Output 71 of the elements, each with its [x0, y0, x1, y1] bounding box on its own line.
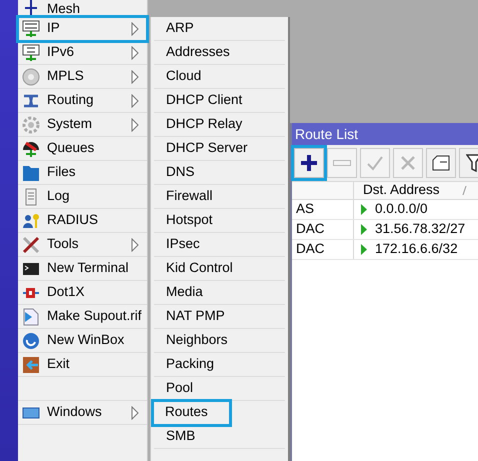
gear-icon [22, 116, 40, 134]
menu-item[interactable]: Make Supout.rif [18, 305, 147, 329]
menu-item[interactable]: System [18, 113, 147, 137]
play-icon [361, 204, 367, 215]
menu-item[interactable]: RADIUS [18, 209, 147, 233]
tools-icon [22, 236, 40, 254]
user-key-icon [22, 212, 40, 230]
menu-item[interactable]: MPLS [18, 65, 147, 89]
menu-item[interactable]: Routes [153, 401, 230, 425]
table-cell-text: 0.0.0.0/0 [375, 200, 428, 218]
menu-item[interactable]: Cloud [154, 65, 285, 89]
menu-item[interactable]: Dot1X [18, 281, 147, 305]
submenu-arrow-icon [131, 118, 139, 132]
menu-item[interactable]: DHCP Server [154, 137, 285, 161]
submenu-arrow-icon [131, 46, 139, 60]
submenu-arrow-icon [131, 94, 139, 108]
folder-icon [22, 164, 40, 182]
globe-icon [22, 332, 40, 350]
x-icon [400, 155, 416, 171]
menu-item[interactable]: SMB [154, 425, 285, 449]
network-icon [22, 20, 40, 38]
menu-item[interactable]: Windows [18, 401, 147, 425]
window-title: Route List [292, 123, 478, 145]
menu-item[interactable]: IP [18, 17, 147, 41]
submenu-arrow-icon [131, 70, 139, 84]
menu-item[interactable]: DHCP Relay [154, 113, 285, 137]
menu-item[interactable]: New Terminal [18, 257, 147, 281]
menu-item[interactable]: Firewall [154, 185, 285, 209]
menu-item[interactable]: Pool [154, 377, 285, 401]
menu-item[interactable]: New WinBox [18, 329, 147, 353]
table-cell-text: 31.56.78.32/27 [375, 220, 466, 238]
table-cell-text: 172.16.6.6/32 [375, 240, 458, 258]
sort-icon [462, 186, 467, 195]
comment-button[interactable] [426, 148, 456, 178]
menu-item[interactable]: Routing [18, 89, 147, 113]
submenu-arrow-icon [131, 22, 139, 36]
menu-item[interactable]: Neighbors [154, 329, 285, 353]
minus-icon [333, 160, 351, 166]
menu-item[interactable]: Exit [18, 353, 147, 377]
play-icon [361, 244, 367, 255]
queue-icon [22, 140, 40, 158]
plus-icon [300, 154, 318, 172]
menu-item[interactable]: Hotspot [154, 209, 285, 233]
menu-item[interactable]: Log [18, 185, 147, 209]
menu-item[interactable]: IPsec [154, 233, 285, 257]
document-icon [22, 308, 40, 326]
table-cell: DAC [292, 220, 354, 239]
exit-icon [22, 356, 40, 374]
menu-item[interactable]: DHCP Client [154, 89, 285, 113]
menu-item[interactable]: Queues [18, 137, 147, 161]
menu-item[interactable]: Tools [18, 233, 147, 257]
add-button[interactable] [294, 148, 324, 178]
menu-item[interactable]: DNS [154, 161, 285, 185]
menu-item[interactable]: Kid Control [154, 257, 285, 281]
menu-item[interactable]: Files [18, 161, 147, 185]
submenu-arrow-icon [131, 406, 139, 420]
menu-item[interactable]: Media [154, 281, 285, 305]
menu-item[interactable]: Addresses [154, 41, 285, 65]
table-cell: AS [292, 200, 354, 219]
network-icon [22, 44, 40, 62]
filter-icon [466, 154, 478, 172]
menu-item[interactable]: Packing [154, 353, 285, 377]
menu-item[interactable]: IPv6 [18, 41, 147, 65]
check-icon [366, 155, 384, 171]
table-cell: DAC [292, 240, 354, 259]
menu-item[interactable]: NAT PMP [154, 305, 285, 329]
disc-icon [22, 68, 40, 86]
menu-item[interactable]: ARP [154, 17, 285, 41]
play-icon [361, 224, 367, 235]
note-icon [432, 155, 450, 171]
submenu-arrow-icon [131, 238, 139, 252]
